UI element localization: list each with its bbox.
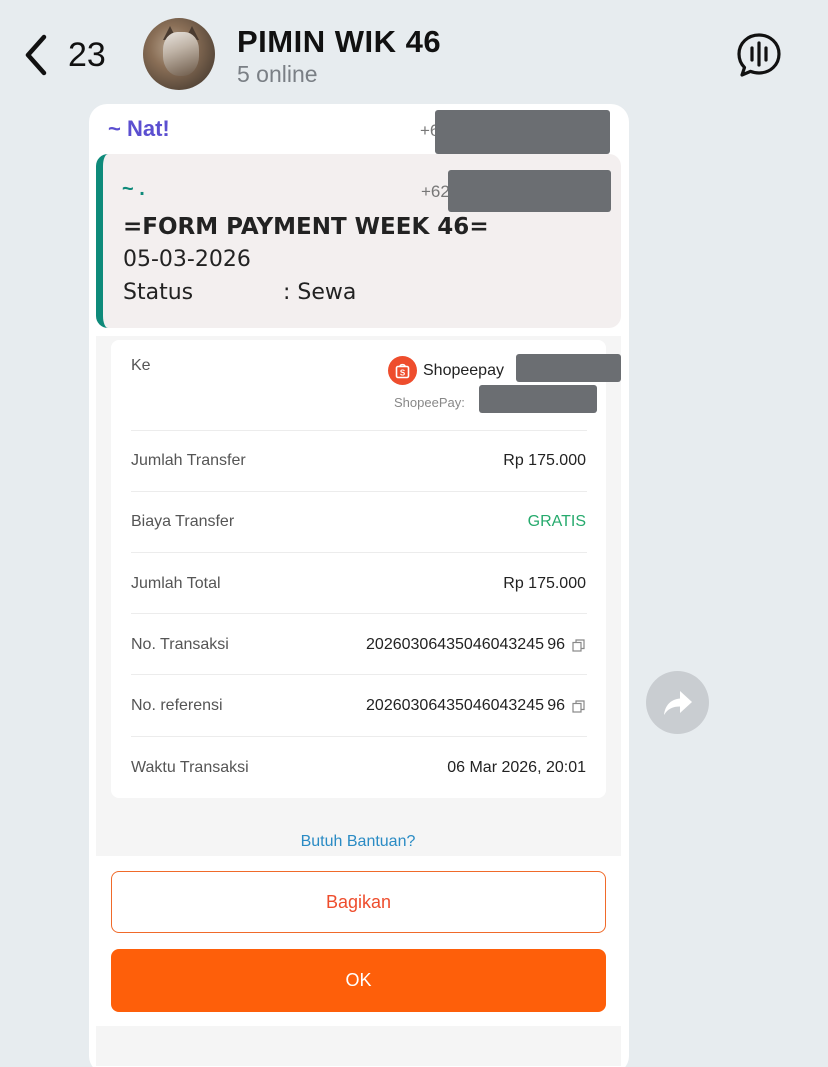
divider <box>131 430 587 431</box>
copy-icon[interactable] <box>572 700 585 713</box>
ok-button[interactable]: OK <box>111 949 606 1012</box>
redacted-block <box>448 170 611 212</box>
divider <box>131 552 587 553</box>
divider <box>131 736 587 737</box>
quoted-sender-name: ~ . <box>122 178 145 200</box>
chevron-left-icon <box>25 34 47 76</box>
transaction-time-label: Waktu Transaksi <box>131 759 249 776</box>
divider <box>131 491 587 492</box>
group-avatar[interactable] <box>143 18 215 90</box>
wallet-name: Shopeepay <box>423 362 504 379</box>
chat-header: 23 PIMIN WIK 46 5 online <box>0 0 828 98</box>
copy-icon[interactable] <box>572 639 585 652</box>
quoted-status-value: : Sewa <box>283 280 357 305</box>
chat-title[interactable]: PIMIN WIK 46 <box>237 24 441 60</box>
svg-text:S: S <box>400 368 406 377</box>
redacted-block <box>516 354 621 382</box>
sender-name[interactable]: ~ Nat! <box>108 116 170 142</box>
transfer-fee-value: GRATIS <box>527 513 586 530</box>
divider <box>131 674 587 675</box>
forward-button[interactable] <box>646 671 709 734</box>
quoted-form-title: =FORM PAYMENT WEEK 46= <box>123 214 489 240</box>
transfer-fee-label: Biaya Transfer <box>131 513 235 530</box>
quoted-status-label: Status <box>123 280 194 305</box>
recipient-label: Ke <box>131 357 151 374</box>
help-link[interactable]: Butuh Bantuan? <box>0 833 828 851</box>
quoted-sender-phone: +62 <box>421 182 450 201</box>
transaction-no-label: No. Transaksi <box>131 636 229 653</box>
unread-count: 23 <box>68 35 106 74</box>
share-button[interactable]: Bagikan <box>111 871 606 933</box>
total-amount-value: Rp 175.000 <box>503 575 586 592</box>
redacted-block <box>435 110 610 154</box>
transaction-time-value: 06 Mar 2026, 20:01 <box>447 759 586 776</box>
shopeepay-icon: S <box>388 356 417 385</box>
transfer-amount-value: Rp 175.000 <box>503 452 586 469</box>
reference-no-value: 20260306435046043245 96 <box>366 697 565 714</box>
redacted-block <box>479 385 597 413</box>
wallet-account-label: ShopeePay: <box>394 395 465 410</box>
online-count: 5 online <box>237 61 318 87</box>
forward-arrow-icon <box>663 690 692 715</box>
total-amount-label: Jumlah Total <box>131 575 221 592</box>
reference-no-label: No. referensi <box>131 697 223 714</box>
transfer-amount-label: Jumlah Transfer <box>131 452 246 469</box>
divider <box>131 613 587 614</box>
transaction-no-value: 20260306435046043245 96 <box>366 636 565 653</box>
quoted-date: 05-03-2026 <box>123 247 251 272</box>
back-button[interactable]: 23 <box>22 30 112 80</box>
voice-chat-icon[interactable] <box>736 32 782 78</box>
